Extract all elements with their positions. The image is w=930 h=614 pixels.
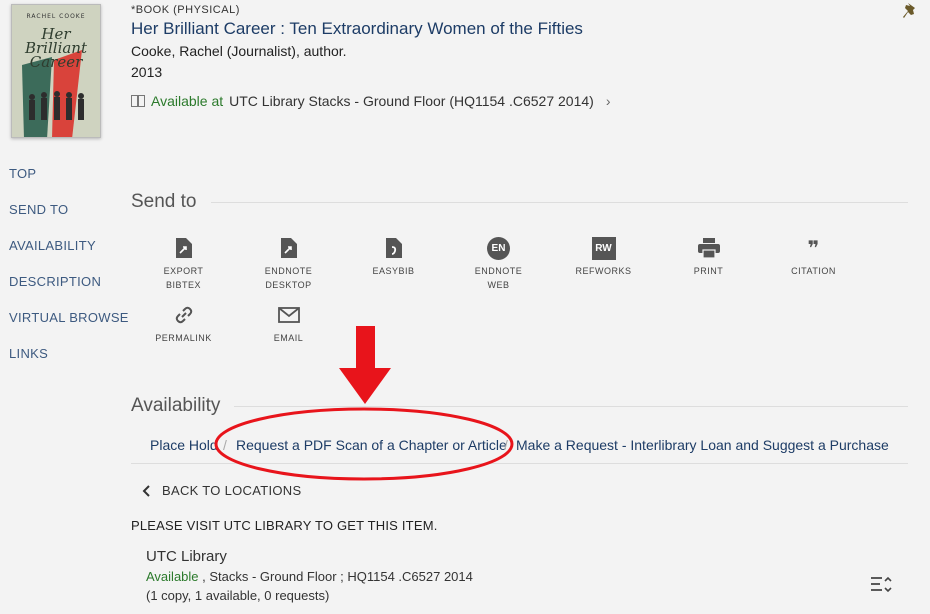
section-nav: TOP SEND TO AVAILABILITY DESCRIPTION VIR…: [9, 166, 129, 382]
endnote-web-button[interactable]: EN ENDNOTE WEB: [446, 236, 551, 292]
nav-availability[interactable]: AVAILABILITY: [9, 238, 129, 274]
pin-icon[interactable]: [902, 2, 918, 20]
availability-summary[interactable]: Available at UTC Library Stacks - Ground…: [131, 93, 610, 109]
sort-filter-icon[interactable]: [870, 575, 892, 595]
send-label: ENDNOTE: [474, 266, 523, 276]
chevron-left-icon: [142, 484, 150, 497]
record-author: Cooke, Rachel (Journalist), author.: [131, 43, 347, 59]
tab-separator: /: [504, 437, 508, 453]
easybib-button[interactable]: EASYBIB: [341, 236, 446, 278]
divider: [210, 201, 908, 203]
print-button[interactable]: PRINT: [656, 236, 761, 278]
send-label: EASYBIB: [372, 266, 415, 276]
location-details: , Stacks - Ground Floor ; HQ1154 .C6527 …: [198, 569, 473, 584]
back-to-locations-button[interactable]: BACK TO LOCATIONS: [142, 483, 301, 498]
refworks-icon: RW: [591, 236, 616, 260]
availability-location: UTC Library Stacks - Ground Floor (HQ115…: [229, 93, 594, 109]
location-status-line: Available , Stacks - Ground Floor ; HQ11…: [146, 569, 473, 584]
request-options: Place Hold / Request a PDF Scan of a Cha…: [131, 434, 908, 464]
permalink-button[interactable]: PERMALINK: [131, 303, 236, 345]
cover-title: Her Brilliant Career: [24, 25, 87, 71]
send-label: REFWORKS: [575, 266, 632, 276]
send-label: EMAIL: [273, 333, 304, 343]
send-label: WEB: [487, 280, 510, 290]
send-label: EXPORT: [163, 266, 204, 276]
interlibrary-loan-link[interactable]: Make a Request - Interlibrary Loan and S…: [516, 437, 889, 453]
refworks-button[interactable]: RW REFWORKS: [551, 236, 656, 278]
tab-separator: /: [223, 437, 227, 453]
location-name: UTC Library: [146, 548, 227, 565]
request-pdf-scan-link[interactable]: Request a PDF Scan of a Chapter or Artic…: [236, 437, 507, 453]
send-to-heading: Send to: [131, 191, 908, 213]
availability-heading: Availability: [131, 395, 908, 417]
export-bibtex-button[interactable]: EXPORT BIBTEX: [131, 236, 236, 292]
send-label: PRINT: [693, 266, 724, 276]
nav-links[interactable]: LINKS: [9, 346, 129, 382]
send-label: ENDNOTE: [264, 266, 313, 276]
link-icon: [175, 306, 192, 324]
nav-description[interactable]: DESCRIPTION: [9, 274, 129, 310]
send-label: CITATION: [791, 266, 836, 276]
send-label: DESKTOP: [265, 280, 312, 290]
email-button[interactable]: EMAIL: [236, 303, 341, 345]
back-label: BACK TO LOCATIONS: [162, 483, 302, 498]
nav-top[interactable]: TOP: [9, 166, 129, 202]
copies-summary: (1 copy, 1 available, 0 requests): [146, 588, 330, 603]
quote-icon: ❞: [807, 236, 820, 260]
nav-send-to[interactable]: SEND TO: [9, 202, 129, 238]
red-arrow-annotation: [339, 326, 391, 404]
visit-note: PLEASE VISIT UTC LIBRARY TO GET THIS ITE…: [131, 518, 438, 533]
chevron-right-icon: ›: [605, 93, 611, 109]
citation-button[interactable]: ❞ CITATION: [761, 236, 866, 278]
material-type: *BOOK (PHYSICAL): [131, 4, 240, 16]
export-file-icon: [280, 238, 297, 258]
availability-title: Availability: [131, 395, 221, 416]
nav-virtual-browse[interactable]: VIRTUAL BROWSE: [9, 310, 129, 346]
endnote-web-icon: EN: [487, 236, 510, 260]
place-hold-link[interactable]: Place Hold: [150, 437, 218, 453]
easybib-file-icon: [385, 238, 402, 258]
location-availability: Available: [146, 569, 199, 584]
divider: [234, 405, 908, 407]
printer-icon: [697, 238, 720, 258]
availability-status: Available at: [151, 93, 224, 109]
book-cover-thumbnail[interactable]: RACHEL COOKE Her Brilliant Career: [11, 4, 101, 138]
cover-author: RACHEL COOKE: [26, 13, 86, 20]
send-to-title: Send to: [131, 191, 197, 212]
send-label: PERMALINK: [155, 333, 212, 343]
record-title[interactable]: Her Brilliant Career : Ten Extraordinary…: [131, 19, 583, 39]
book-icon: [131, 95, 145, 107]
export-file-icon: [175, 238, 192, 258]
envelope-icon: [277, 307, 300, 323]
endnote-desktop-button[interactable]: ENDNOTE DESKTOP: [236, 236, 341, 292]
send-label: BIBTEX: [165, 280, 201, 290]
record-year: 2013: [131, 64, 163, 80]
